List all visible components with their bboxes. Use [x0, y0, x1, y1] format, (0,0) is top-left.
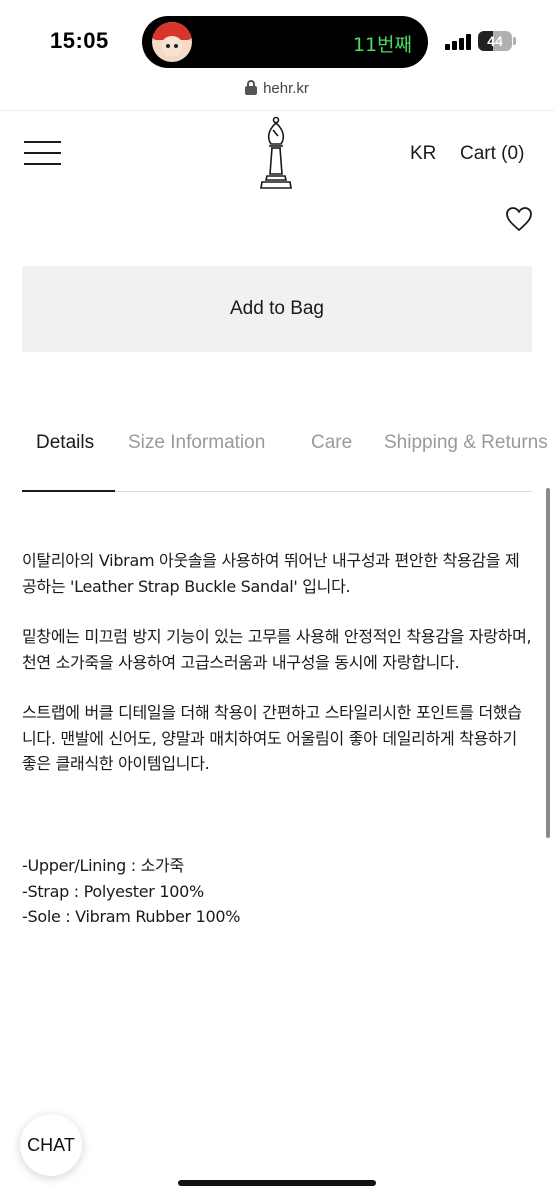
status-bar: 15:05 11번째 44 [0, 0, 554, 80]
heart-icon[interactable] [505, 206, 533, 232]
dynamic-island[interactable]: 11번째 [142, 16, 428, 68]
status-time: 15:05 [50, 28, 109, 53]
tab-size-information[interactable]: Size Information [128, 432, 265, 454]
spec-sole: -Sole : Vibram Rubber 100% [22, 907, 241, 926]
tab-shipping-returns[interactable]: Shipping & Returns [384, 432, 548, 454]
battery-cap [513, 37, 516, 45]
scrollbar[interactable] [546, 488, 550, 838]
spec-upper-lining: -Upper/Lining : 소가죽 [22, 856, 184, 875]
url-text: hehr.kr [263, 80, 309, 97]
cart-link[interactable]: Cart (0) [460, 143, 524, 165]
signal-icon [445, 34, 471, 50]
url-bar[interactable]: hehr.kr [0, 80, 554, 110]
chat-button[interactable]: CHAT [20, 1114, 82, 1176]
battery-icon: 44 [478, 31, 512, 51]
tab-details[interactable]: Details [36, 432, 94, 454]
product-description: 이탈리아의 Vibram 아웃솔을 사용하여 뛰어난 내구성과 편안한 착용감을… [22, 548, 532, 777]
avatar [152, 22, 192, 62]
hamburger-menu-icon[interactable] [24, 141, 61, 165]
product-info-tabs: Details Size Information Care Shipping &… [0, 420, 554, 492]
description-paragraph: 이탈리아의 Vibram 아웃솔을 사용하여 뛰어난 내구성과 편안한 착용감을… [22, 551, 520, 596]
island-label: 11번째 [352, 34, 412, 56]
language-selector[interactable]: KR [410, 143, 436, 165]
tab-care[interactable]: Care [311, 432, 352, 454]
divider [0, 110, 554, 111]
home-indicator[interactable] [178, 1180, 376, 1186]
description-paragraph: 밑창에는 미끄럼 방지 기능이 있는 고무를 사용해 안정적인 착용감을 자랑하… [22, 627, 532, 672]
bishop-logo-icon[interactable] [258, 116, 294, 192]
material-specs: -Upper/Lining : 소가죽 -Strap : Polyester 1… [22, 853, 240, 930]
spec-strap: -Strap : Polyester 100% [22, 881, 204, 901]
active-tab-indicator [22, 490, 115, 492]
description-paragraph: 스트랩에 버클 디테일을 더해 착용이 간편하고 스타일리시한 포인트를 더했습… [22, 703, 522, 773]
add-to-bag-button[interactable]: Add to Bag [22, 266, 532, 352]
battery-percent: 44 [487, 33, 503, 49]
lock-icon [245, 80, 258, 95]
